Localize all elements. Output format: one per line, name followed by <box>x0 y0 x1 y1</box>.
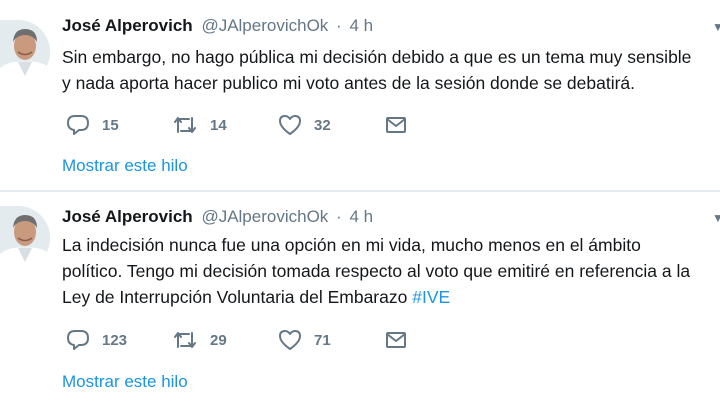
reply-icon <box>66 329 90 351</box>
like-count: 71 <box>314 331 331 349</box>
separator-dot: · <box>336 207 342 226</box>
tweet[interactable]: José Alperovich @JAlperovichOk · 4 h ▼ L… <box>0 192 720 405</box>
tweet-text-line: Ley de Interrupción Voluntaria del Embar… <box>62 284 720 310</box>
show-thread-link[interactable]: Mostrar este hilo <box>62 156 188 176</box>
tweet-text-line: La indecisión nunca fue una opción en mi… <box>62 235 641 255</box>
direct-message-icon <box>384 114 408 136</box>
author-handle[interactable]: @JAlperovichOk <box>201 16 328 35</box>
direct-message-button[interactable] <box>384 328 408 352</box>
author-name[interactable]: José Alperovich <box>62 16 193 35</box>
like-button[interactable]: 71 <box>278 328 331 352</box>
author-handle[interactable]: @JAlperovichOk <box>201 207 328 226</box>
heart-icon <box>278 114 302 136</box>
retweet-button[interactable]: 29 <box>172 328 227 352</box>
tweet-text: Sin embargo, no hago pública mi decisión… <box>62 44 720 96</box>
retweet-icon <box>172 114 198 136</box>
like-count: 32 <box>314 116 331 134</box>
heart-icon <box>278 329 302 351</box>
tweet[interactable]: José Alperovich @JAlperovichOk · 4 h ▼ S… <box>0 0 720 190</box>
tweet-text-line: y nada aporta hacer publico mi voto ante… <box>62 73 636 93</box>
tweet-actions: 123 29 71 <box>62 328 422 352</box>
retweet-count: 14 <box>210 116 227 134</box>
like-button[interactable]: 32 <box>278 113 331 137</box>
retweet-count: 29 <box>210 331 227 349</box>
tweet-text-line: político. Tengo mi decisión tomada respe… <box>62 261 691 281</box>
reply-count: 15 <box>102 116 119 134</box>
tweet-header: José Alperovich @JAlperovichOk · 4 h <box>62 207 373 227</box>
avatar[interactable] <box>0 20 50 84</box>
tweet-timestamp[interactable]: 4 h <box>349 16 373 35</box>
retweet-icon <box>172 329 198 351</box>
retweet-button[interactable]: 14 <box>172 113 227 137</box>
direct-message-button[interactable] <box>384 113 408 137</box>
tweet-text-line: Sin embargo, no hago pública mi decisión… <box>62 47 692 67</box>
tweet-actions: 15 14 32 <box>62 113 422 137</box>
reply-button[interactable]: 15 <box>66 113 119 137</box>
tweet-timestamp[interactable]: 4 h <box>349 207 373 226</box>
chevron-down-icon[interactable]: ▼ <box>712 20 720 34</box>
direct-message-icon <box>384 329 408 351</box>
author-name[interactable]: José Alperovich <box>62 207 193 226</box>
separator-dot: · <box>336 16 342 35</box>
reply-button[interactable]: 123 <box>66 328 127 352</box>
reply-count: 123 <box>102 331 128 349</box>
chevron-down-icon[interactable]: ▼ <box>712 211 720 225</box>
avatar[interactable] <box>0 206 50 270</box>
tweet-text: La indecisión nunca fue una opción en mi… <box>62 232 720 310</box>
reply-icon <box>66 114 90 136</box>
hashtag-link[interactable]: #IVE <box>412 287 450 307</box>
tweet-text-fragment: Ley de Interrupción Voluntaria del Embar… <box>62 287 413 307</box>
tweet-header: José Alperovich @JAlperovichOk · 4 h <box>62 16 373 36</box>
show-thread-link[interactable]: Mostrar este hilo <box>62 372 188 392</box>
